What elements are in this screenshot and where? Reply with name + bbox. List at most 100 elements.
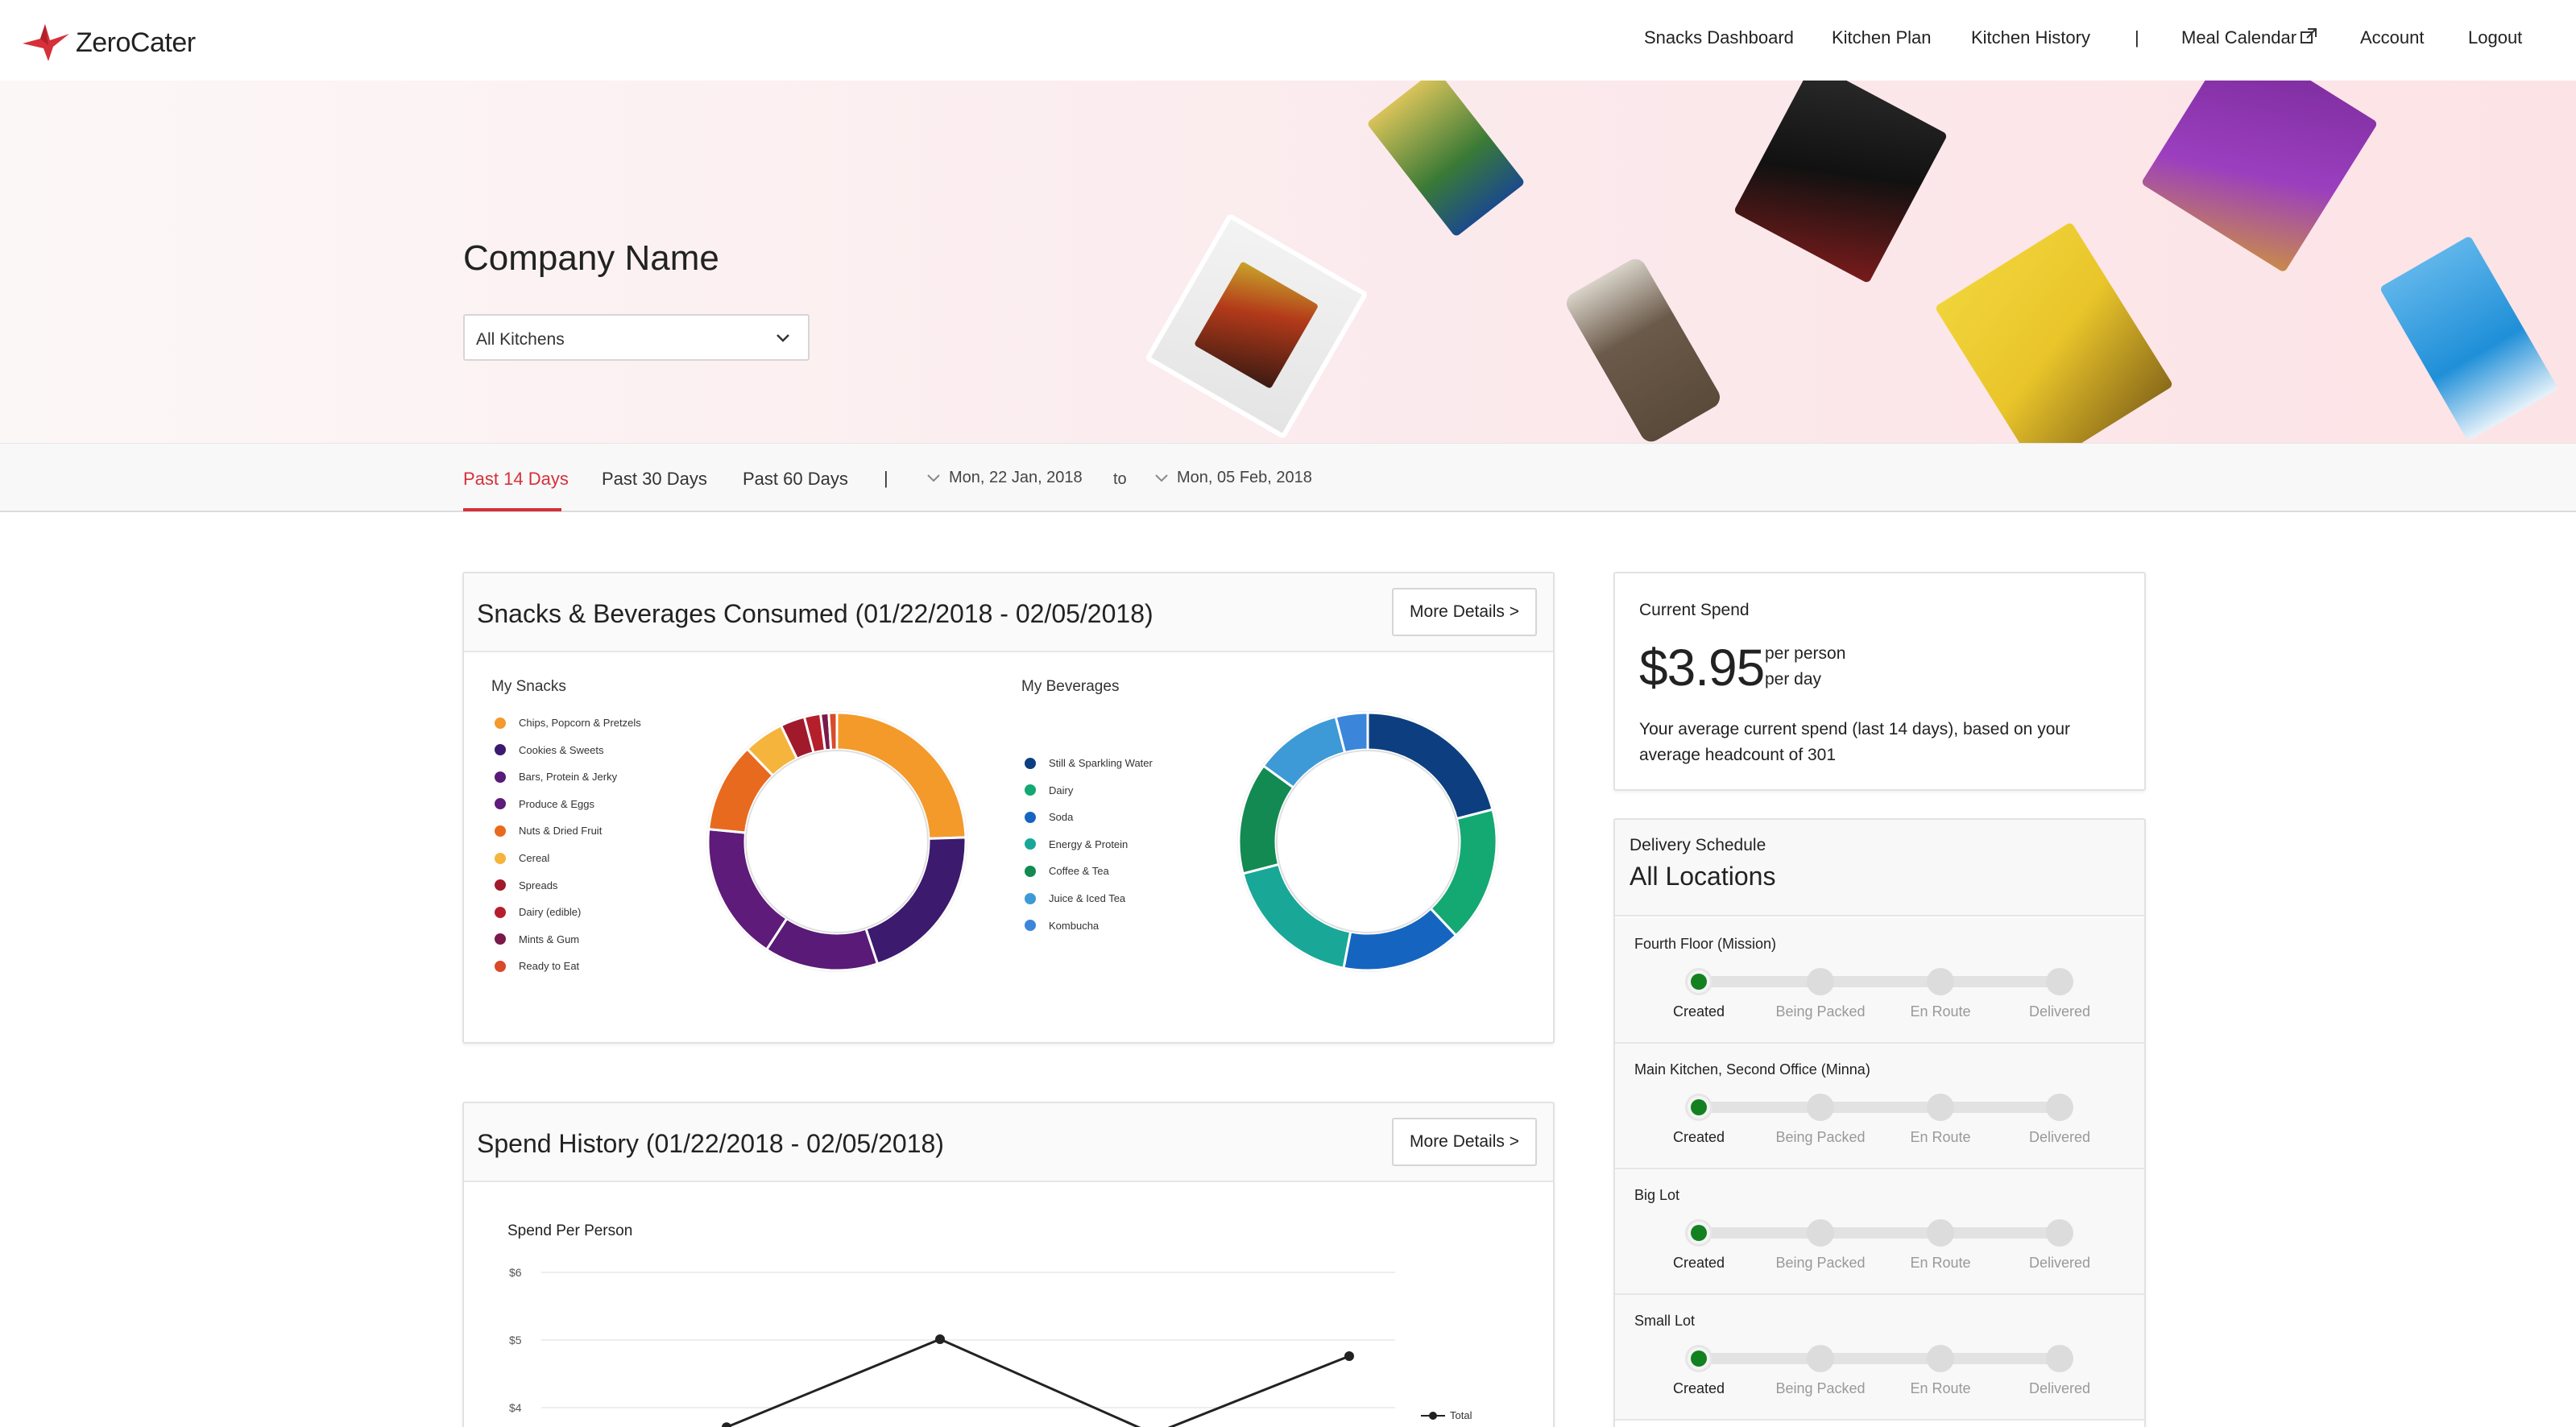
chevron-down-icon (1155, 474, 1168, 482)
beverages-donut-chart (1237, 711, 1498, 972)
tab-past-60-days[interactable]: Past 60 Days (743, 469, 848, 490)
delivery-schedule-header: Delivery Schedule All Locations (1615, 820, 2144, 916)
legend-dot (495, 771, 506, 783)
delivery-step-label: Delivered (2028, 1380, 2091, 1396)
legend-dot (1025, 920, 1036, 932)
nav-kitchen-plan[interactable]: Kitchen Plan (1832, 27, 1932, 48)
delivery-step-node (1807, 968, 1834, 995)
delivery-step-label: Being Packed (1775, 1255, 1866, 1271)
y-tick-label: $6 (509, 1266, 522, 1279)
data-point[interactable] (1344, 1351, 1354, 1361)
delivery-step-node (1927, 968, 1954, 995)
y-tick-label: $5 (509, 1334, 522, 1346)
top-nav: ZeroCater Snacks Dashboard Kitchen Plan … (0, 0, 2576, 81)
delivery-schedule-label: Delivery Schedule (1630, 836, 1766, 854)
end-date-picker[interactable]: Mon, 05 Feb, 2018 (1154, 469, 1312, 487)
legend-dot (495, 906, 506, 918)
legend-label: Ready to Eat (519, 960, 580, 973)
legend-dot (495, 717, 506, 729)
snacks-donut-chart (706, 711, 967, 972)
legend-item: Coffee & Tea (1025, 865, 1109, 877)
legend-label: Chips, Popcorn & Pretzels (519, 717, 641, 729)
legend-item: Soda (1025, 811, 1073, 823)
delivery-progress-track (1699, 976, 2060, 987)
legend-dot (495, 852, 506, 864)
external-link-icon (2301, 28, 2317, 43)
tab-past-14-days[interactable]: Past 14 Days (463, 469, 569, 490)
spend-history-title: Spend History (01/22/2018 - 02/05/2018) (477, 1129, 944, 1158)
consumed-more-details-button[interactable]: More Details > (1392, 588, 1537, 636)
legend-label: Energy & Protein (1049, 838, 1129, 850)
delivery-row: Fourth Floor (Mission) Created Being Packe… (1615, 918, 2144, 1044)
legend-dot (495, 825, 506, 837)
delivery-step-node (1927, 1094, 1954, 1121)
crane-logo-icon (23, 24, 69, 61)
donut-slice[interactable] (827, 711, 839, 751)
date-to-label: to (1113, 470, 1127, 488)
legend-item: Chips, Popcorn & Pretzels (495, 717, 641, 729)
spend-chart-title: Spend Per Person (507, 1222, 633, 1239)
legend-label: Nuts & Dried Fruit (519, 825, 603, 838)
my-snacks-title: My Snacks (491, 678, 566, 695)
delivery-step-label: Created (1672, 1003, 1725, 1020)
delivery-step-node (1927, 1219, 1954, 1247)
delivery-row-name: Big Lot (1634, 1187, 1680, 1203)
delivery-step-node (1685, 1094, 1713, 1121)
legend-label: Produce & Eggs (519, 797, 594, 810)
current-spend-amount: $3.95 (1639, 639, 1765, 697)
active-tab-underline (463, 508, 561, 511)
nav-kitchen-history[interactable]: Kitchen History (1971, 27, 2090, 48)
jerky-label (1194, 261, 1319, 390)
delivery-step-node (2046, 1094, 2073, 1121)
nav-logout[interactable]: Logout (2468, 27, 2522, 48)
spend-unit-per-person: per person (1765, 644, 1846, 663)
nav-separator: | (2135, 27, 2139, 48)
spend-history-card: Spend History (01/22/2018 - 02/05/2018) … (462, 1102, 1555, 1427)
legend-dot (1025, 892, 1036, 904)
delivery-step-label: En Route (1910, 1380, 1971, 1396)
legend-dot (1025, 865, 1036, 877)
brand-name: ZeroCater (76, 27, 196, 58)
delivery-step-label: En Route (1910, 1129, 1971, 1145)
current-spend-card: Current Spend $3.95 per person per day Y… (1613, 572, 2146, 791)
nav-account[interactable]: Account (2360, 27, 2425, 48)
delivery-step-label: Being Packed (1775, 1003, 1866, 1020)
legend-item: Still & Sparkling Water (1025, 757, 1153, 769)
delivery-step-label: Created (1672, 1380, 1725, 1396)
legend-label: Cookies & Sweets (519, 743, 604, 756)
data-point[interactable] (935, 1334, 945, 1344)
legend-item: Juice & Iced Tea (1025, 892, 1125, 904)
legend-item: Dairy (edible) (495, 906, 581, 918)
legend-dot (495, 960, 506, 972)
legend-line-marker (1421, 1411, 1445, 1420)
legend-label: Spreads (519, 879, 558, 891)
kitchen-select[interactable]: All Kitchens (463, 314, 810, 361)
nav-snacks-dashboard[interactable]: Snacks Dashboard (1644, 27, 1794, 48)
tea-bottle-image (1366, 81, 1526, 238)
delivery-step-node (1927, 1345, 1954, 1372)
delivery-step-label: Delivered (2028, 1129, 2091, 1145)
start-date-picker[interactable]: Mon, 22 Jan, 2018 (926, 469, 1083, 487)
tab-past-30-days[interactable]: Past 30 Days (602, 469, 707, 490)
data-point[interactable] (722, 1422, 731, 1427)
delivery-row: Small Lot Created Being Packed En Route Deli… (1615, 1295, 2144, 1421)
date-separator: | (884, 468, 888, 488)
nav-meal-calendar[interactable]: Meal Calendar (2181, 27, 2317, 48)
spend-history-more-details-button[interactable]: More Details > (1392, 1118, 1537, 1166)
hero-banner: Company Name All Kitchens (0, 81, 2576, 443)
legend-label: Dairy (edible) (519, 906, 582, 919)
delivery-step-label: Created (1672, 1255, 1725, 1271)
delivery-row-name: Fourth Floor (Mission) (1634, 936, 1777, 952)
legend-dot (1025, 838, 1036, 850)
delivery-step-node (1685, 968, 1713, 995)
jerky-pack-image (1144, 213, 1369, 440)
delivery-step-node (2046, 968, 2073, 995)
delivery-step-label: En Route (1910, 1003, 1971, 1020)
date-filter-bar: Past 14 Days Past 30 Days Past 60 Days |… (0, 443, 2576, 512)
delivery-step-node (2046, 1345, 2073, 1372)
delivery-progress-track (1699, 1227, 2060, 1239)
zerocater-logo[interactable]: ZeroCater (21, 23, 196, 63)
start-date-value: Mon, 22 Jan, 2018 (949, 469, 1083, 486)
y-tick-label: $4 (509, 1401, 522, 1414)
delivery-schedule-card: Delivery Schedule All Locations Fourth F… (1613, 818, 2146, 1427)
